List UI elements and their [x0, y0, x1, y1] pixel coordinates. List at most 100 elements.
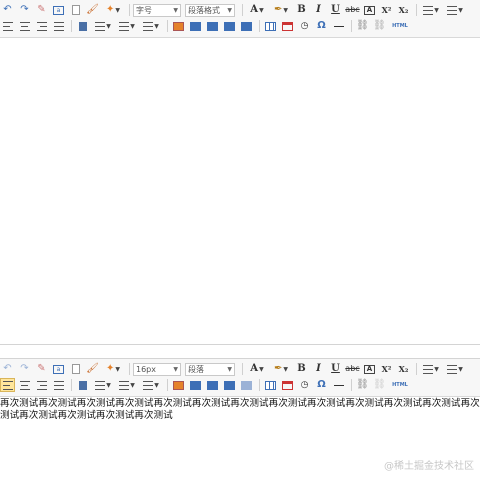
align-center-button[interactable] [17, 19, 32, 33]
link-icon[interactable]: ⛓ [355, 19, 370, 33]
font-border-button[interactable]: A [362, 3, 377, 17]
image-center-icon[interactable] [205, 19, 220, 33]
highlight-color-button[interactable]: ✒ ▼ [270, 3, 292, 17]
paragraph-format-select[interactable]: 段落 ▼ [185, 362, 235, 376]
separator [351, 20, 352, 32]
ordered-list-button[interactable]: ▼ [420, 3, 442, 17]
format-painter-icon[interactable]: ✦ ▼ [102, 362, 124, 376]
font-size-select[interactable]: 字号 ▼ [133, 3, 181, 17]
unlink-icon[interactable]: ⛓ [372, 19, 387, 33]
unordered-list-button[interactable]: ▼ [444, 3, 466, 17]
table-icon[interactable] [263, 19, 278, 33]
italic-icon: I [316, 4, 321, 15]
new-document-icon[interactable] [68, 3, 83, 17]
align-left-button[interactable] [0, 19, 15, 33]
undo-icon[interactable]: ↶ [0, 362, 15, 376]
toolbar-row-2: ▼ ▼ ▼ ◷ Ω ⛓ ⛓ HTML [0, 18, 480, 34]
subscript-button[interactable]: X₂ [396, 3, 411, 17]
align-center-icon [19, 21, 30, 31]
paragraph-format-value: 段落格式 [188, 5, 220, 15]
chevron-down-icon: ▼ [173, 365, 178, 373]
align-justify-button[interactable] [51, 19, 66, 33]
select-all-icon[interactable]: a [51, 362, 66, 376]
image-icon[interactable] [171, 19, 186, 33]
font-border-button[interactable]: A [362, 362, 377, 376]
line-height-button[interactable]: ▼ [92, 378, 114, 392]
table-icon[interactable] [263, 378, 278, 392]
line-height-icon [95, 21, 106, 31]
highlight-color-button[interactable]: ✒ ▼ [270, 362, 292, 376]
font-size-select[interactable]: 16px ▼ [133, 362, 181, 376]
link-icon[interactable]: ⛓ [355, 378, 370, 392]
select-all-icon[interactable]: a [51, 3, 66, 17]
strikethrough-button[interactable]: abc [345, 362, 360, 376]
superscript-button[interactable]: X² [379, 362, 394, 376]
image-block-icon[interactable] [239, 378, 254, 392]
special-char-button[interactable]: Ω [314, 378, 329, 392]
image-left-icon[interactable] [188, 19, 203, 33]
brush-icon[interactable]: 🖌 [85, 362, 100, 376]
strikethrough-button[interactable]: abc [345, 3, 360, 17]
horizontal-rule-icon[interactable] [331, 378, 346, 392]
calendar-icon[interactable] [280, 19, 295, 33]
special-char-button[interactable]: Ω [314, 19, 329, 33]
separator [167, 379, 168, 391]
format-painter-icon[interactable]: ✦ ▼ [102, 3, 124, 17]
paragraph-spacing-button[interactable]: ▼ [116, 378, 138, 392]
indent-button[interactable] [75, 378, 90, 392]
html-source-button[interactable]: HTML [389, 378, 411, 392]
subscript-button[interactable]: X₂ [396, 362, 411, 376]
brush-icon[interactable]: 🖌 [85, 3, 100, 17]
image-block-icon[interactable] [239, 19, 254, 33]
paragraph-format-select[interactable]: 段落格式 ▼ [185, 3, 235, 17]
indent-button[interactable] [75, 19, 90, 33]
editor-content-area[interactable] [0, 39, 480, 344]
bold-icon: B [297, 363, 306, 374]
superscript-button[interactable]: X² [379, 3, 394, 17]
separator [242, 363, 243, 375]
superscript-icon: X² [381, 5, 392, 15]
bold-button[interactable]: B [294, 362, 309, 376]
redo-icon[interactable]: ↷ [17, 3, 32, 17]
eraser-icon[interactable]: ✎ [34, 362, 49, 376]
content-text: 再次测试再次测试再次测试再次测试再次测试再次测试再次测试再次测试再次测试再次测试… [0, 398, 480, 421]
font-color-button[interactable]: A ▼ [246, 362, 268, 376]
horizontal-rule-icon[interactable] [331, 19, 346, 33]
ordered-list-icon [423, 5, 434, 15]
italic-button[interactable]: I [311, 3, 326, 17]
image-center-icon[interactable] [205, 378, 220, 392]
unordered-list-button[interactable]: ▼ [444, 362, 466, 376]
eraser-icon[interactable]: ✎ [34, 3, 49, 17]
image-icon[interactable] [171, 378, 186, 392]
html-source-button[interactable]: HTML [389, 19, 411, 33]
image-right-icon[interactable] [222, 19, 237, 33]
line-height-button[interactable]: ▼ [92, 19, 114, 33]
align-justify-button[interactable] [51, 378, 66, 392]
row-spacing-button[interactable]: ▼ [140, 378, 162, 392]
calendar-icon[interactable] [280, 378, 295, 392]
align-right-button[interactable] [34, 19, 49, 33]
underline-button[interactable]: U [328, 3, 343, 17]
ordered-list-button[interactable]: ▼ [420, 362, 442, 376]
editor-content-area[interactable]: 再次测试再次测试再次测试再次测试再次测试再次测试再次测试再次测试再次测试再次测试… [0, 398, 480, 422]
clock-icon[interactable]: ◷ [297, 378, 312, 392]
underline-icon: U [331, 4, 340, 15]
align-right-button[interactable] [34, 378, 49, 392]
redo-icon[interactable]: ↷ [17, 362, 32, 376]
image-left-icon[interactable] [188, 378, 203, 392]
underline-button[interactable]: U [328, 362, 343, 376]
undo-icon[interactable]: ↶ [0, 3, 15, 17]
bold-button[interactable]: B [294, 3, 309, 17]
new-document-icon[interactable] [68, 362, 83, 376]
row-spacing-button[interactable]: ▼ [140, 19, 162, 33]
unlink-icon[interactable]: ⛓ [372, 378, 387, 392]
align-center-button[interactable] [17, 378, 32, 392]
align-left-button[interactable] [0, 378, 15, 392]
clock-icon[interactable]: ◷ [297, 19, 312, 33]
image-right-icon[interactable] [222, 378, 237, 392]
paragraph-spacing-button[interactable]: ▼ [116, 19, 138, 33]
align-justify-icon [53, 21, 64, 31]
font-color-button[interactable]: A ▼ [246, 3, 268, 17]
italic-button[interactable]: I [311, 362, 326, 376]
separator [129, 363, 130, 375]
